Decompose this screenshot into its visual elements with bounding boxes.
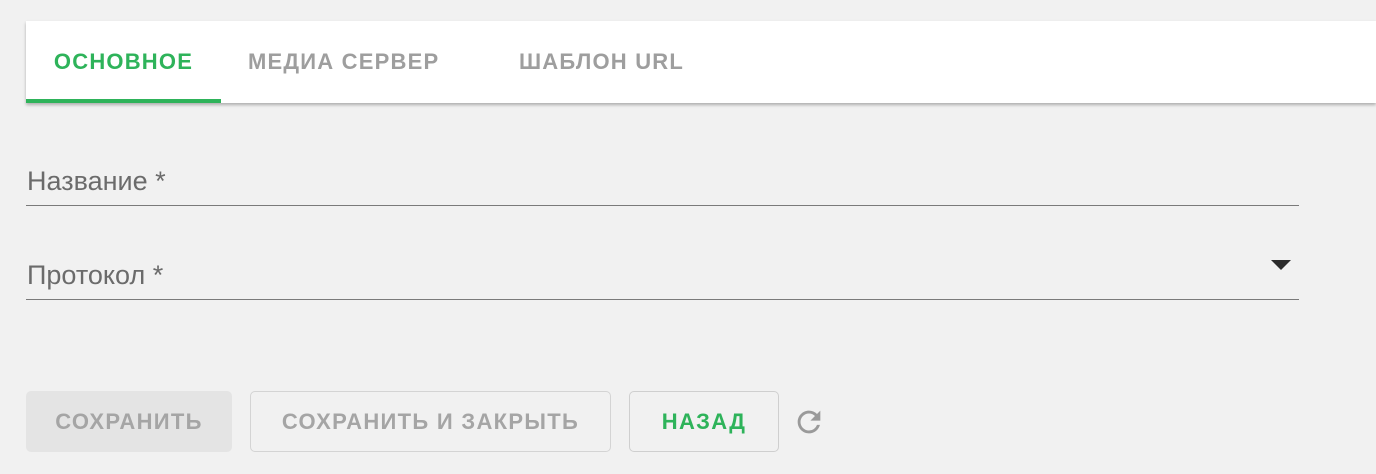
refresh-icon[interactable] xyxy=(792,405,826,439)
tab-main[interactable]: ОСНОВНОЕ xyxy=(26,21,221,103)
tab-url-template[interactable]: ШАБЛОН URL xyxy=(501,21,731,103)
tab-url-template-label: ШАБЛОН URL xyxy=(519,49,685,74)
name-input[interactable] xyxy=(26,150,1299,205)
tab-main-label: ОСНОВНОЕ xyxy=(53,49,194,74)
active-tab-indicator xyxy=(26,99,221,103)
save-and-close-button[interactable]: СОХРАНИТЬ И ЗАКРЫТЬ xyxy=(250,391,611,452)
protocol-select[interactable]: Протокол * xyxy=(26,240,1299,300)
tab-bar: ОСНОВНОЕ МЕДИА СЕРВЕР ШАБЛОН URL xyxy=(26,21,1376,103)
tab-media-server[interactable]: МЕДИА СЕРВЕР xyxy=(230,21,481,103)
name-field[interactable]: Название * xyxy=(26,150,1299,206)
save-button[interactable]: СОХРАНИТЬ xyxy=(26,391,232,452)
tab-media-server-label: МЕДИА СЕРВЕР xyxy=(248,49,440,74)
dropdown-arrow-icon[interactable] xyxy=(1271,260,1291,270)
page: ОСНОВНОЕ МЕДИА СЕРВЕР ШАБЛОН URL Названи… xyxy=(0,0,1376,474)
back-button[interactable]: НАЗАД xyxy=(629,391,779,452)
protocol-select-label: Протокол * xyxy=(27,260,164,290)
